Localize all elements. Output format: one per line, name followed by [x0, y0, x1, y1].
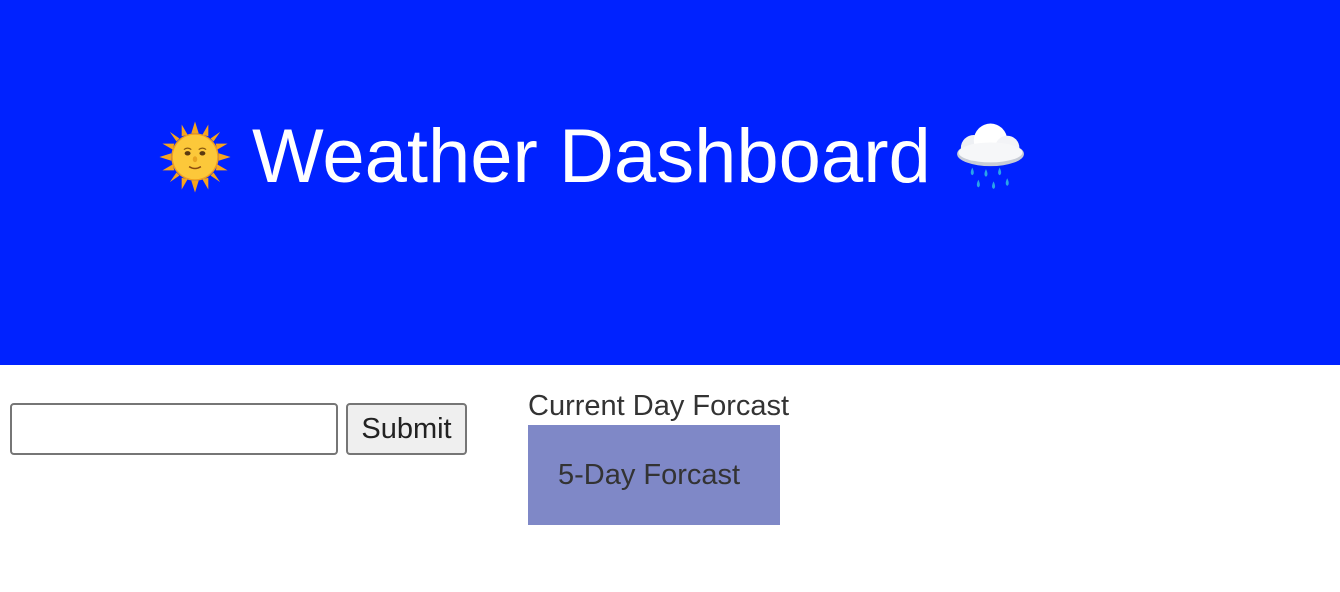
five-day-forecast-label: 5-Day Forcast	[558, 459, 741, 491]
sun-with-face-icon	[159, 121, 231, 193]
five-day-forecast-panel: 5-Day Forcast	[528, 425, 780, 525]
header-banner: Weather Dashboard	[0, 0, 1340, 365]
current-day-forecast-label: Current Day Forcast	[528, 390, 790, 422]
title-text: Weather Dashboard	[252, 114, 931, 199]
cloud-with-rain-icon	[956, 123, 1024, 189]
page-title: Weather Dashboard	[158, 112, 1027, 202]
city-search-input[interactable]	[10, 403, 338, 455]
submit-button[interactable]: Submit	[346, 403, 467, 455]
